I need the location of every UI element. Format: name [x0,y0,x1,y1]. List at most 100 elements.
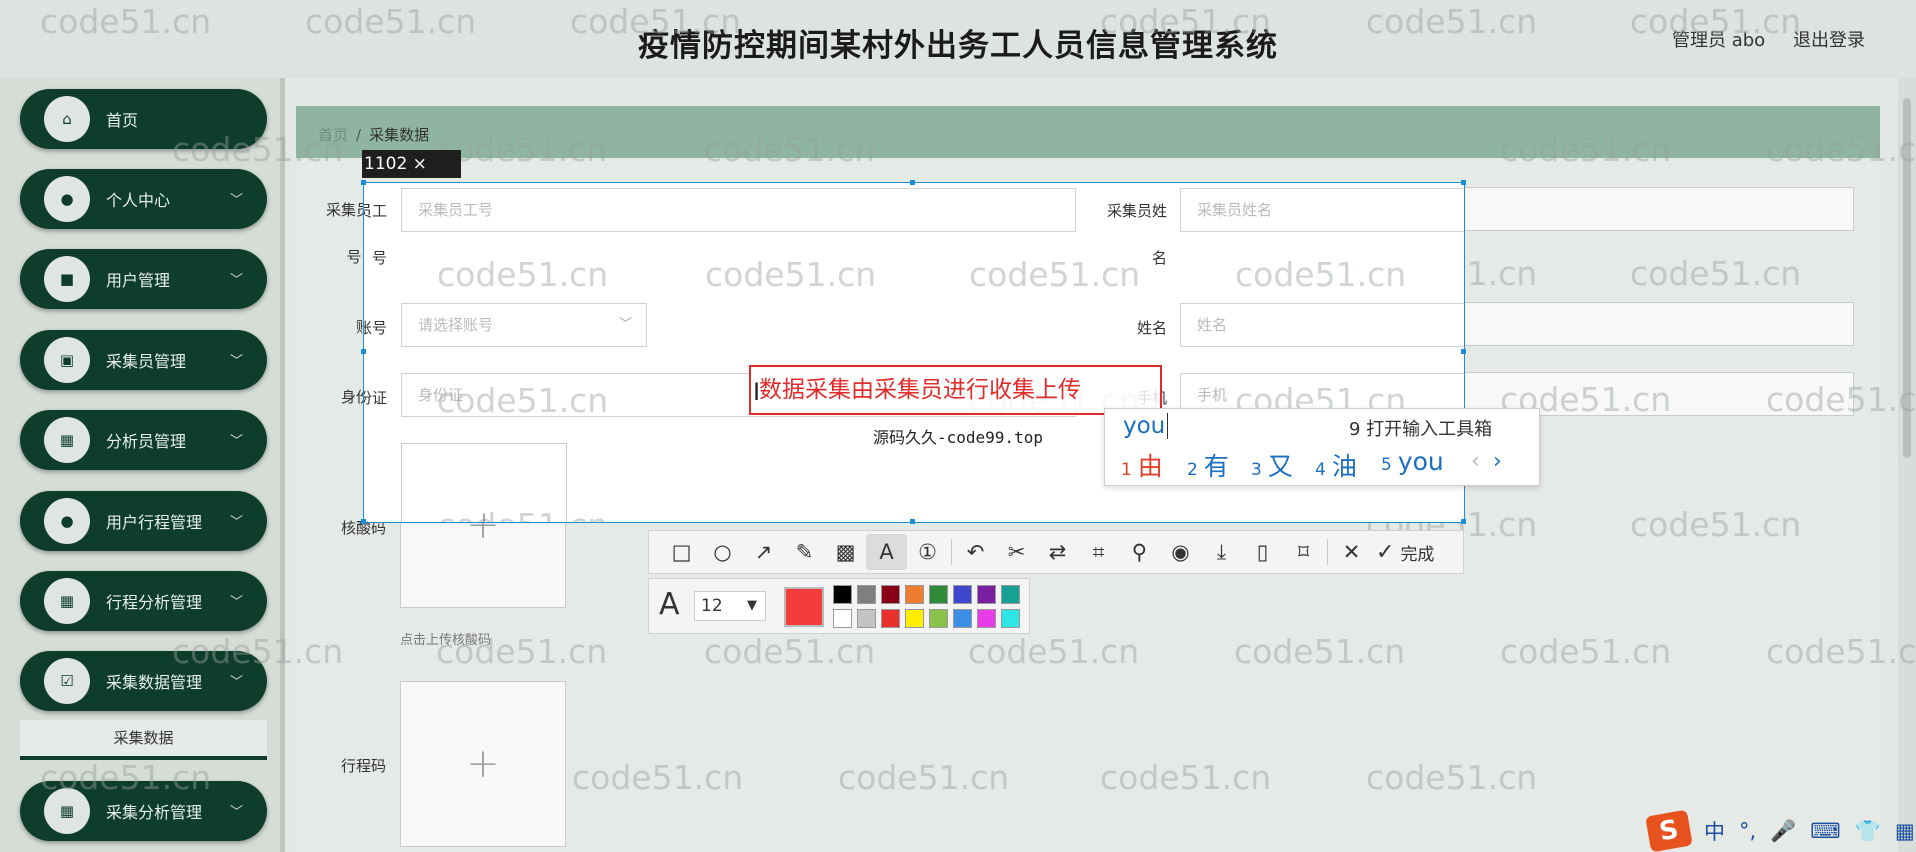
color-swatch[interactable] [953,585,972,604]
font-size-value: 12 [701,596,723,616]
page-title: 疫情防控期间某村外出务工人员信息管理系统 [638,28,1278,64]
ime-punctuation-icon[interactable]: °, [1739,819,1756,843]
ocr-scan-icon[interactable]: ⌗ [1078,534,1119,570]
ime-prev-page-icon[interactable]: ‹ [1471,449,1480,474]
sidebar-item-itinerary-analysis[interactable]: ▦ 行程分析管理 ﹀ [20,571,267,631]
translate-icon[interactable]: ⇄ [1037,534,1078,570]
grid-icon: ▦ [44,578,90,624]
color-swatch[interactable] [977,585,996,604]
download-icon[interactable]: ⤓ [1201,534,1242,570]
color-swatch[interactable] [953,609,972,628]
ime-candidate[interactable]: 1由 [1121,447,1163,483]
ime-candidate-text: 油 [1331,452,1357,481]
color-swatch[interactable] [833,585,852,604]
sidebar-subitem-collected-data[interactable]: 采集数据 [20,720,267,760]
watermark: code51.cn [1235,255,1407,294]
number-marker-icon[interactable]: ① [907,534,948,570]
record-icon[interactable]: ◉ [1160,534,1201,570]
bookmark-icon[interactable]: ⌑ [1283,534,1324,570]
admin-user-label[interactable]: 管理员 abo [1672,26,1765,52]
breadcrumb-home[interactable]: 首页 [318,126,348,144]
sidebar-item-personal-center[interactable]: ● 个人中心 ﹀ [20,169,267,229]
color-swatch[interactable] [833,609,852,628]
toolbox-icon[interactable]: ▦ [1895,819,1915,843]
account-label: 账号 [364,319,387,337]
nucleic-upload[interactable]: + [401,443,567,522]
keyboard-icon[interactable]: ⌨ [1810,819,1840,843]
resize-handle[interactable] [1461,180,1466,185]
home-icon: ⌂ [44,96,90,142]
color-swatch[interactable] [905,609,924,628]
color-swatch[interactable] [881,609,900,628]
collector-id-input[interactable]: 采集员工号 [401,188,1076,232]
close-icon[interactable]: ✕ [1331,534,1372,570]
pencil-tool-icon[interactable]: ✎ [784,534,825,570]
color-swatch[interactable] [857,609,876,628]
current-color-swatch[interactable] [784,587,824,627]
undo-icon[interactable]: ↶ [955,534,996,570]
font-size-select[interactable]: 12 ▼ [694,591,766,621]
scrollbar-thumb[interactable] [1903,98,1911,458]
sidebar-item-collector-management[interactable]: ▣ 采集员管理 ﹀ [20,330,267,390]
skin-icon[interactable]: 👕 [1855,819,1881,844]
ime-candidate[interactable]: 3又 [1251,447,1293,483]
annotation-text-box[interactable]: 数据采集由采集员进行收集上传 [749,365,1162,415]
microphone-icon[interactable]: 🎤 [1770,819,1796,844]
color-swatch[interactable] [929,585,948,604]
watermark: code51.cn [437,255,609,294]
color-swatch[interactable] [1001,609,1020,628]
color-swatch[interactable] [881,585,900,604]
video-icon: ■ [44,256,90,302]
ellipse-tool-icon[interactable]: ○ [702,534,743,570]
ime-candidate[interactable]: 5 you [1381,447,1444,476]
color-swatch[interactable] [857,585,876,604]
scissors-icon[interactable]: ✂ [996,534,1037,570]
pin-icon[interactable]: ⚲ [1119,534,1160,570]
rectangle-tool-icon[interactable]: □ [661,534,702,570]
ime-candidate[interactable]: 4油 [1315,447,1357,483]
sidebar-item-analyst-management[interactable]: ▦ 分析员管理 ﹀ [20,410,267,470]
travel-upload[interactable]: + [400,681,566,847]
resize-handle[interactable] [361,349,366,354]
arrow-tool-icon[interactable]: ↗ [743,534,784,570]
logout-link[interactable]: 退出登录 [1793,26,1865,52]
resize-handle[interactable] [910,180,915,185]
resize-handle[interactable] [1461,519,1466,524]
resize-handle[interactable] [1461,349,1466,354]
done-button[interactable]: ✓ 完成 [1376,540,1434,565]
source-watermark: 源码久久-code99.top [873,428,1043,447]
text-tool-icon[interactable]: A [866,534,907,570]
sidebar-item-collected-data[interactable]: ☑ 采集数据管理 ﹀ [20,651,267,711]
collector-name-input[interactable]: 采集员姓名 [1180,188,1464,232]
color-swatch[interactable] [1001,585,1020,604]
account-select[interactable]: 请选择账号 ﹀ [401,303,647,347]
color-swatch[interactable] [977,609,996,628]
chevron-down-icon: ﹀ [229,434,243,449]
color-swatch[interactable] [905,585,924,604]
sidebar-item-collection-analysis[interactable]: ▦ 采集分析管理 ﹀ [20,781,267,841]
ime-candidate-text: you [1397,447,1444,476]
resize-handle[interactable] [910,519,915,524]
name-input[interactable]: 姓名 [1180,303,1464,347]
clipboard-icon: ☑ [44,658,90,704]
chevron-down-icon: ﹀ [229,354,243,369]
sidebar-item-user-management[interactable]: ■ 用户管理 ﹀ [20,249,267,309]
main-scrollbar[interactable] [1898,78,1916,852]
ime-candidate-text: 又 [1267,452,1293,481]
mosaic-tool-icon[interactable]: ▩ [825,534,866,570]
ime-toolbox-link[interactable]: 9 打开输入工具箱 [1349,415,1492,441]
sidebar-item-user-itinerary[interactable]: ● 用户行程管理 ﹀ [20,491,267,551]
chevron-down-icon: ﹀ [618,317,632,332]
grid-icon: ▦ [44,788,90,834]
ime-candidate-index: 1 [1121,460,1132,480]
color-swatch[interactable] [929,609,948,628]
sogou-logo-icon[interactable]: S [1645,809,1693,852]
ime-candidate-index: 2 [1187,460,1198,480]
ime-candidate[interactable]: 2有 [1187,447,1229,483]
save-device-icon[interactable]: ▯ [1242,534,1283,570]
ime-chinese-mode[interactable]: 中 [1704,816,1725,846]
person-icon: ● [44,498,90,544]
ime-next-page-icon[interactable]: › [1493,449,1502,474]
resize-handle[interactable] [361,519,366,524]
sidebar-item-home[interactable]: ⌂ 首页 [20,89,267,149]
